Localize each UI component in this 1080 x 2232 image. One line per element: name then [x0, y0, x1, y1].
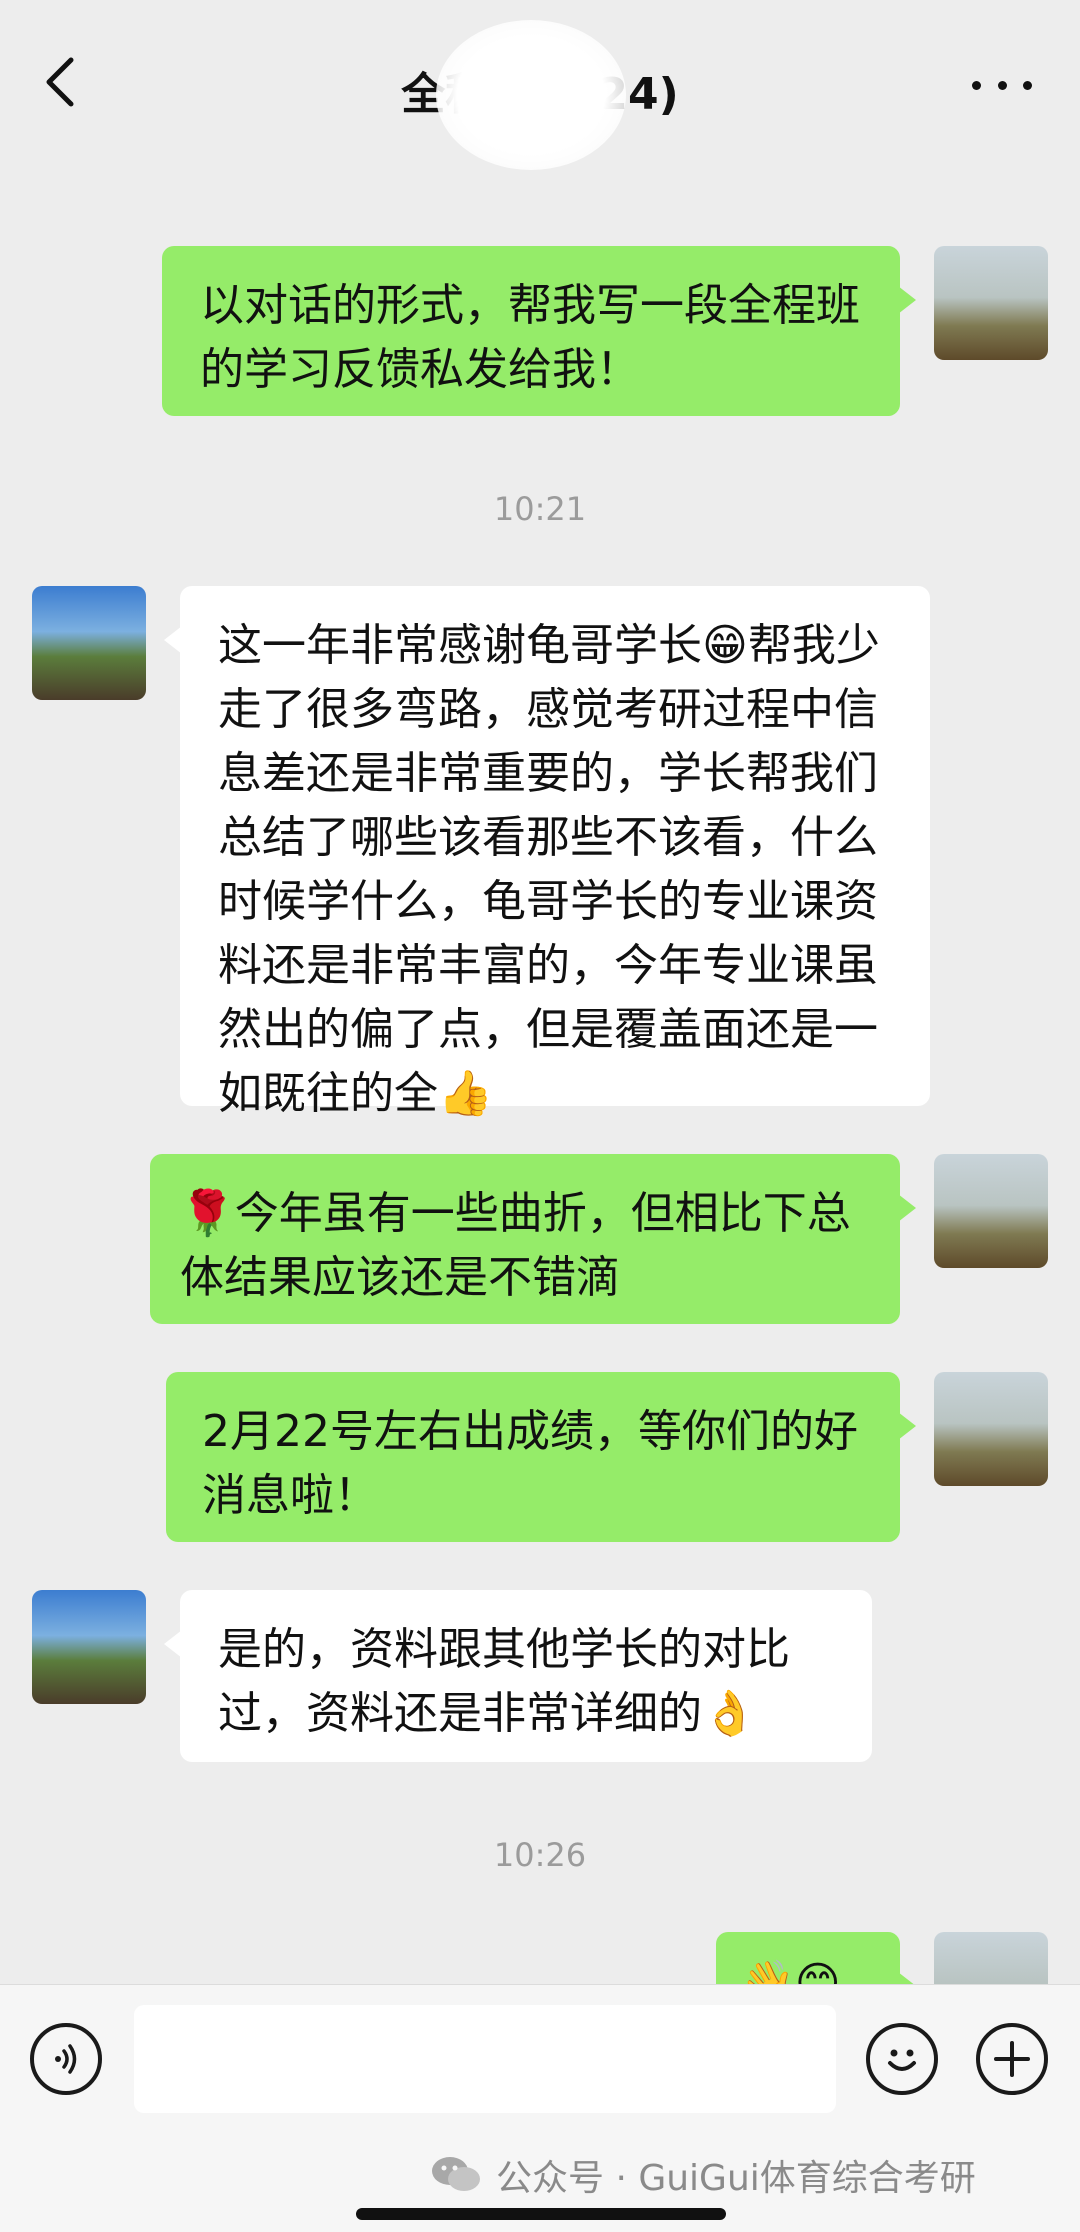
my-avatar[interactable]	[934, 1372, 1048, 1486]
smiley-icon	[888, 2049, 916, 2071]
message-bubble-received[interactable]: 是的，资料跟其他学长的对比过，资料还是非常详细的👌	[164, 1590, 872, 1762]
timestamp: 10:26	[493, 1836, 587, 1874]
timestamp: 10:21	[493, 490, 587, 528]
my-avatar[interactable]	[934, 1154, 1048, 1268]
message-bubble-sent[interactable]: 🌹今年虽有一些曲折，但相比下总体结果应该还是不错滴	[150, 1154, 916, 1324]
plus-icon	[994, 2041, 1030, 2077]
message-input[interactable]	[134, 2005, 836, 2113]
more-button[interactable]	[972, 70, 1032, 100]
more-dot	[997, 80, 1007, 90]
message-bubble-sent[interactable]: 2月22号左右出成绩，等你们的好消息啦！	[166, 1372, 916, 1542]
chat-header: 全程班…(24)	[0, 0, 1080, 170]
message-bubble-received[interactable]: 这一年非常感谢龟哥学长😁帮我少走了很多弯路，感觉考研过程中信息差还是非常重要的，…	[164, 586, 930, 1119]
watermark: 公众号 · GuiGui体育综合考研	[430, 2149, 976, 2201]
emoji-button[interactable]	[866, 2023, 938, 2095]
redaction-blur	[436, 20, 626, 170]
my-avatar[interactable]	[934, 246, 1048, 360]
wechat-icon	[432, 2157, 480, 2191]
contact-avatar[interactable]	[32, 586, 146, 700]
contact-avatar[interactable]	[32, 1590, 146, 1704]
more-dot	[972, 80, 981, 90]
voice-button[interactable]	[30, 2023, 102, 2095]
more-functions-button[interactable]	[976, 2023, 1048, 2095]
voice-icon	[55, 2044, 77, 2074]
more-dot	[1023, 80, 1032, 90]
watermark-text: 公众号 · GuiGui体育综合考研	[496, 2158, 976, 2199]
home-indicator	[356, 2208, 726, 2220]
input-bar: 公众号 · GuiGui体育综合考研	[0, 1984, 1080, 2232]
message-bubble-sent[interactable]: 以对话的形式，帮我写一段全程班的学习反馈私发给我！	[162, 246, 916, 416]
